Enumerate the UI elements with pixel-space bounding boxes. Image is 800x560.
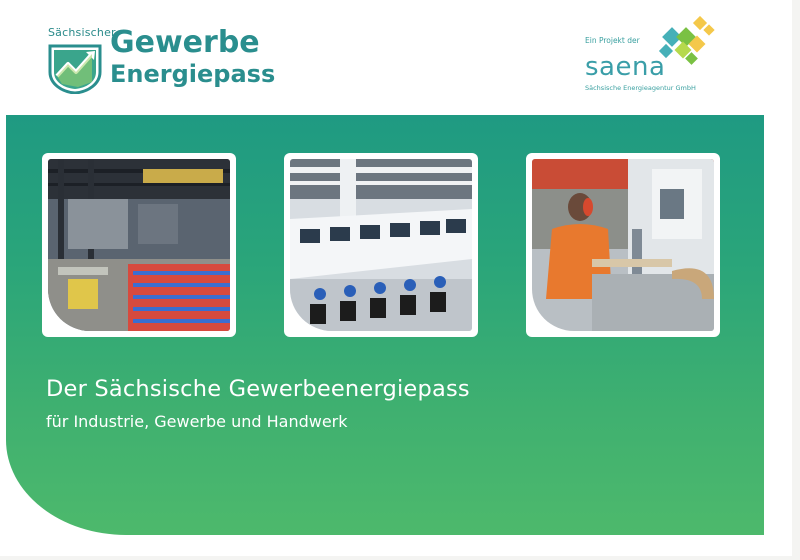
logo-title-line2: Energiepass <box>110 60 276 88</box>
logo-small-text: Sächsischer <box>48 26 116 39</box>
photo-woodworking <box>526 153 720 337</box>
photo-textile-machines <box>284 153 478 337</box>
photo-industrial-hall <box>42 153 236 337</box>
chart-arrow-icon <box>48 44 102 94</box>
saena-logo: Ein Projekt der saena Sächsische Energie… <box>585 16 725 96</box>
logo-title-line1: Gewerbe <box>110 25 260 60</box>
saena-tagline: Ein Projekt der <box>585 36 640 45</box>
gewerbe-energiepass-logo: Sächsischer Gewerbe Energiepass <box>48 26 278 96</box>
saena-name: saena <box>585 52 666 82</box>
cover-page: Sächsischer Gewerbe Energiepass Ein Proj… <box>0 0 792 556</box>
subheadline: für Industrie, Gewerbe und Handwerk <box>46 412 348 431</box>
headline: Der Sächsische Gewerbeenergiepass <box>46 376 470 402</box>
saena-subtitle: Sächsische Energieagentur GmbH <box>585 84 696 92</box>
green-banner: Der Sächsische Gewerbeenergiepass für In… <box>6 115 764 535</box>
